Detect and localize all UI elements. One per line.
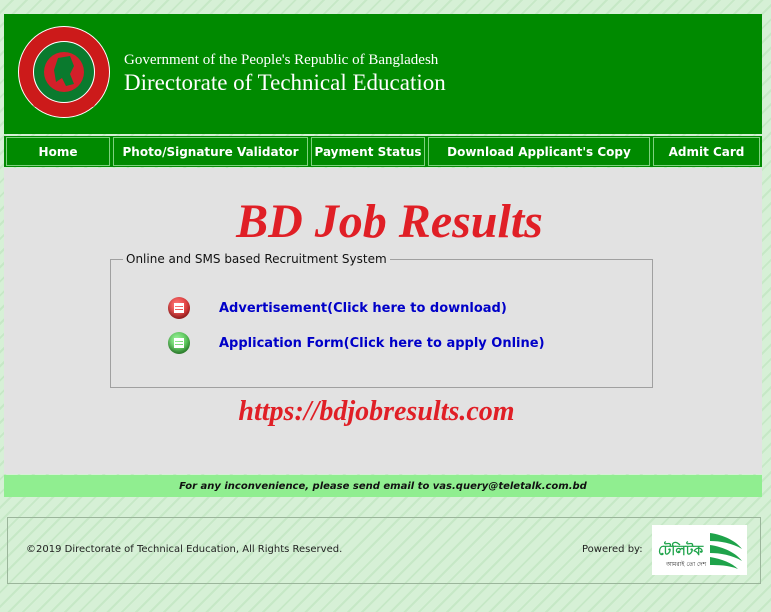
nav-download-applicants-copy[interactable]: Download Applicant's Copy	[428, 137, 650, 166]
bangladesh-gov-seal-logo	[18, 26, 110, 118]
watermark-url: https://bdjobresults.com	[238, 396, 515, 427]
pdf-document-icon[interactable]	[168, 297, 190, 319]
powered-by-label: Powered by:	[582, 544, 643, 555]
nav-payment-status[interactable]: Payment Status	[311, 137, 425, 166]
government-title: Government of the People's Republic of B…	[124, 52, 439, 68]
advertisement-link[interactable]: Advertisement(Click here to download)	[219, 301, 507, 316]
nav-photo-signature-validator[interactable]: Photo/Signature Validator	[113, 137, 308, 166]
copyright-text: ©2019 Directorate of Technical Education…	[26, 544, 343, 555]
form-document-icon[interactable]	[168, 332, 190, 354]
directorate-title: Directorate of Technical Education	[124, 70, 446, 95]
support-notice: For any inconvenience, please send email…	[4, 475, 762, 497]
nav-home[interactable]: Home	[6, 137, 110, 166]
application-row: Application Form(Click here to apply Onl…	[168, 332, 545, 354]
recruitment-fieldset: Online and SMS based Recruitment System	[110, 252, 653, 388]
advertisement-row: Advertisement(Click here to download)	[168, 297, 507, 319]
fieldset-legend: Online and SMS based Recruitment System	[126, 252, 387, 266]
watermark-title: BD Job Results	[236, 195, 543, 248]
nav-admit-card[interactable]: Admit Card	[653, 137, 760, 166]
teletalk-tagline: আমরাই তো দেশ	[666, 561, 707, 568]
main-navigation: Home Photo/Signature Validator Payment S…	[4, 136, 762, 167]
application-form-link[interactable]: Application Form(Click here to apply Onl…	[219, 336, 545, 351]
teletalk-logo[interactable]: টেলিটক আমরাই তো দেশ	[652, 525, 747, 575]
site-header: Government of the People's Republic of B…	[4, 14, 762, 134]
